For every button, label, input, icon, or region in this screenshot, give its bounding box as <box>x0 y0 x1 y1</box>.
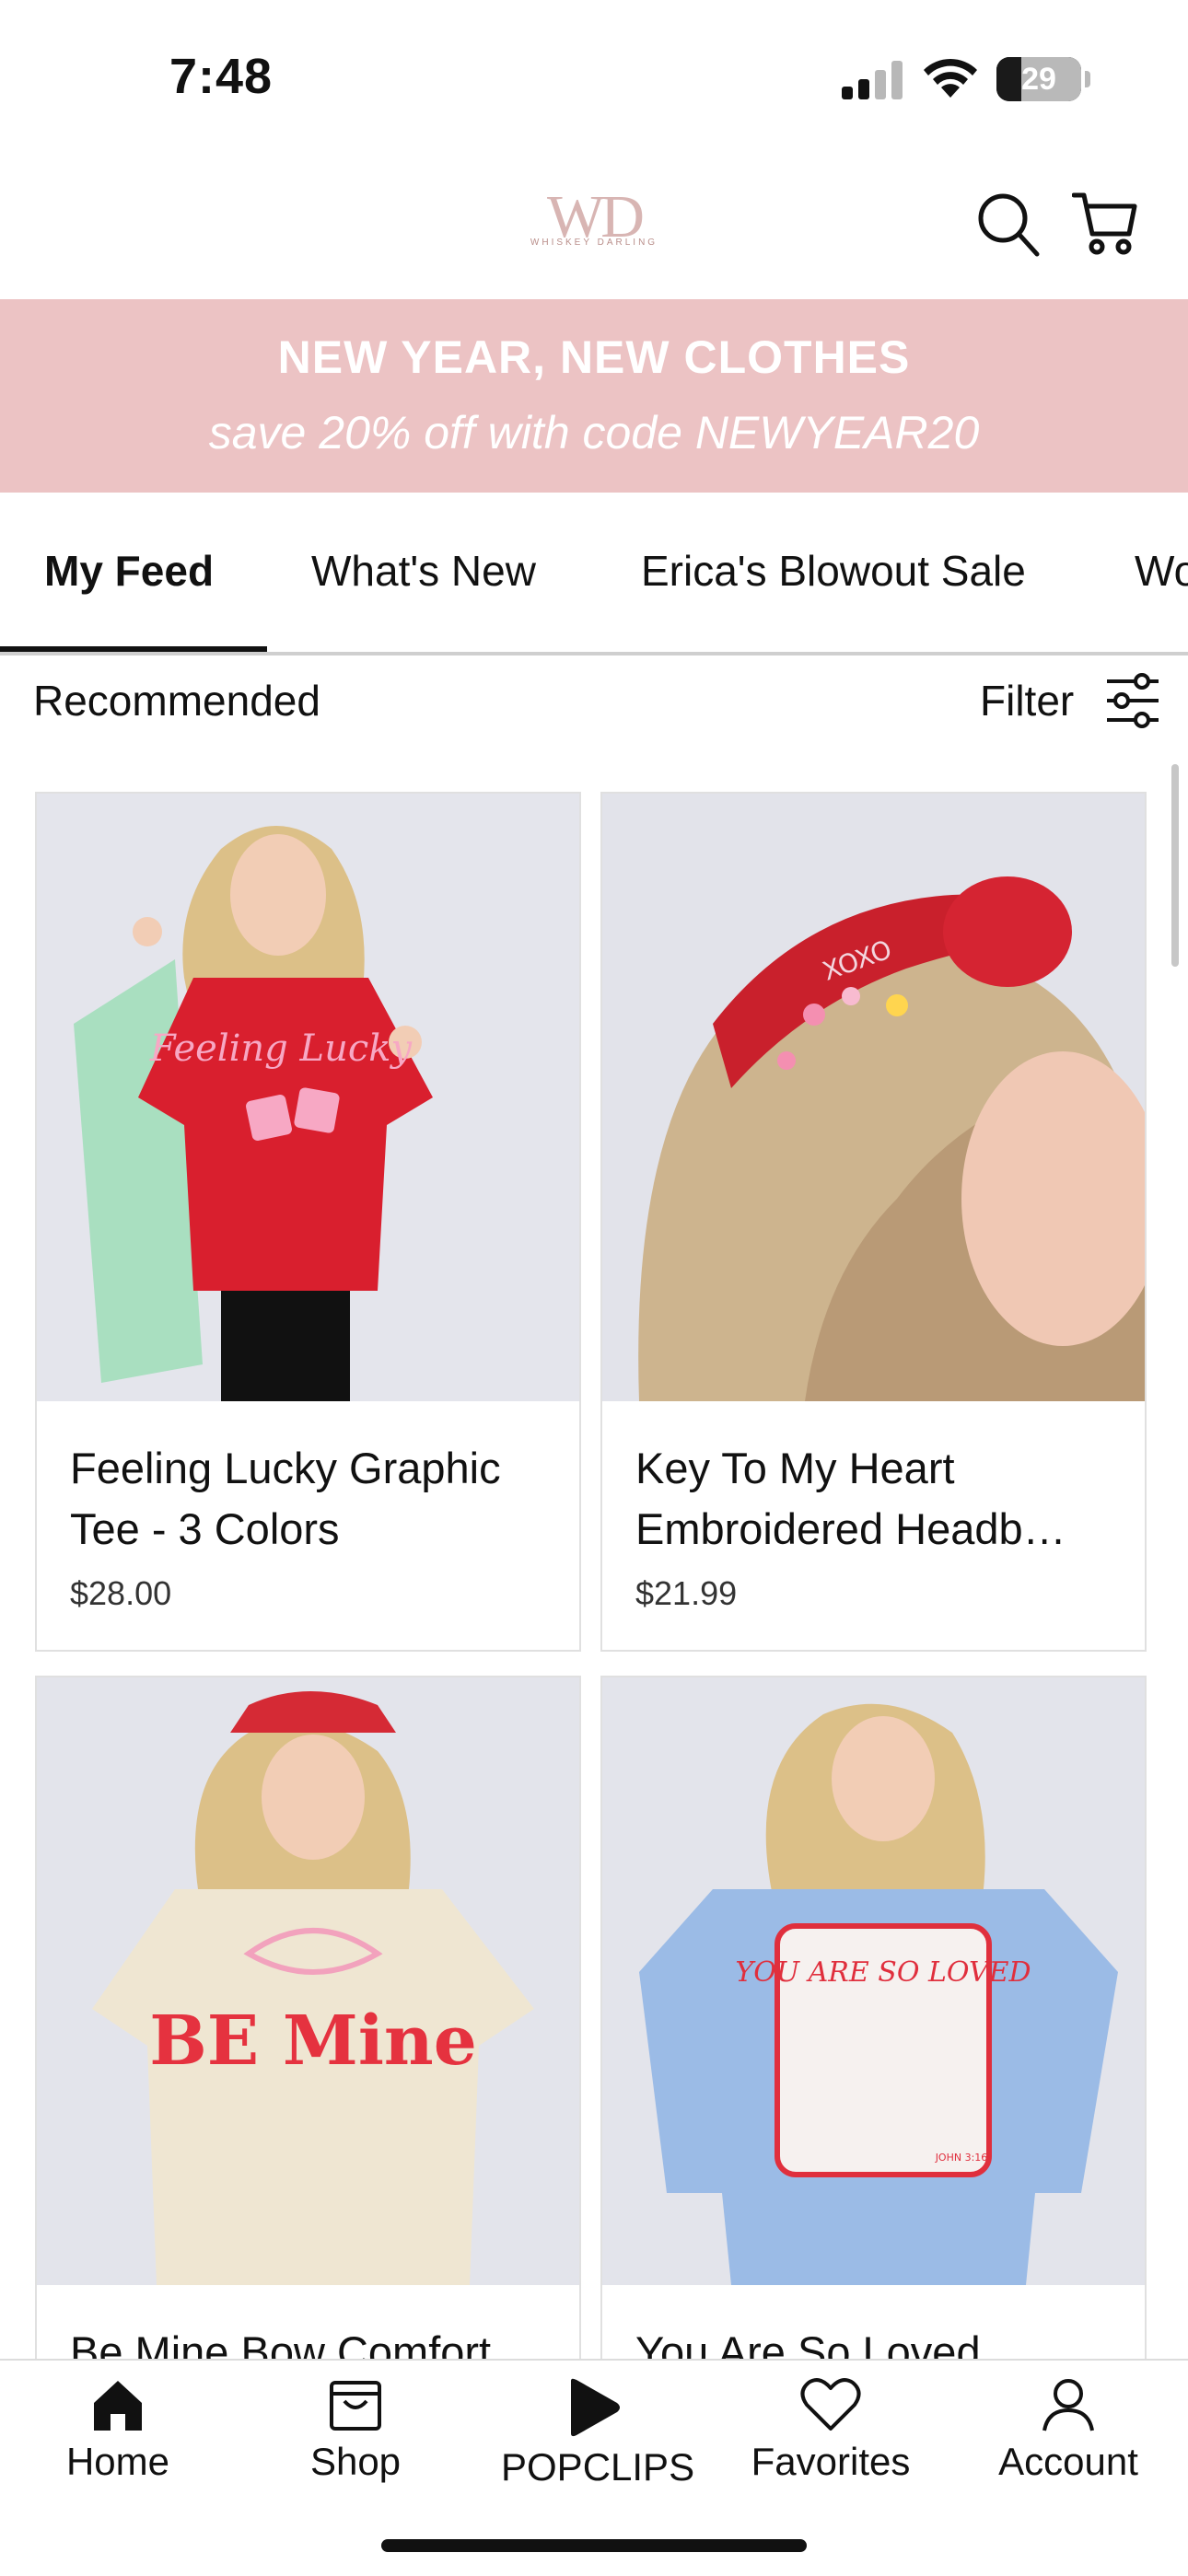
tab-ericas-blowout-sale[interactable]: Erica's Blowout Sale <box>641 546 1026 596</box>
product-image[interactable]: Feeling Lucky <box>37 794 579 1401</box>
product-image[interactable]: XOXO <box>602 794 1145 1401</box>
product-name: Feeling Lucky Graphic Tee - 3 Colors <box>70 1438 549 1560</box>
wifi-icon <box>924 58 977 98</box>
tab-whats-new[interactable]: What's New <box>311 546 536 596</box>
product-card[interactable]: XOXO Key To My Heart Embroidered Headb… … <box>600 792 1147 1652</box>
tab-my-feed[interactable]: My Feed <box>44 546 214 596</box>
cart-icon[interactable] <box>1072 190 1140 258</box>
heart-icon <box>800 2378 861 2431</box>
battery-level: 29 <box>1021 62 1056 97</box>
promo-subtitle: save 20% off with code NEWYEAR20 <box>208 407 980 458</box>
product-image[interactable]: BE Mine <box>37 1677 579 2285</box>
brand-logo[interactable]: WD WHISKEY DARLING <box>516 182 672 265</box>
filter-label: Filter <box>980 677 1075 725</box>
section-title: Recommended <box>33 677 320 725</box>
shop-bag-icon <box>330 2381 381 2431</box>
promo-banner[interactable]: NEW YEAR, NEW CLOTHES save 20% off with … <box>0 299 1188 493</box>
home-icon <box>94 2381 142 2431</box>
product-name-line-1: Key To My Heart <box>635 1444 955 1492</box>
status-bar: 7:48 29 <box>0 0 1188 157</box>
product-name-line-2: Embroidered Headb… <box>635 1504 1066 1553</box>
product-image[interactable]: YOU ARE SO LOVED JOHN 3:16 <box>602 1677 1145 2285</box>
filter-button[interactable]: Filter <box>980 672 1164 731</box>
product-name: Key To My Heart Embroidered Headb… <box>635 1438 1114 1560</box>
nav-account-label: Account <box>998 2440 1138 2483</box>
scrollbar-thumb[interactable] <box>1171 764 1179 967</box>
battery-nub <box>1085 71 1090 87</box>
nav-popclips[interactable]: POPCLIPS <box>501 2377 695 2489</box>
nav-popclips-label: POPCLIPS <box>501 2445 695 2489</box>
product-price: $28.00 <box>70 1574 172 1612</box>
app-header: WD WHISKEY DARLING <box>0 157 1188 299</box>
tee-graphic-text: BE Mine <box>149 2002 477 2081</box>
logo-text: WHISKEY DARLING <box>530 238 658 248</box>
search-icon[interactable] <box>976 191 1041 258</box>
sweatshirt-graphic-text: YOU ARE SO LOVED <box>735 1956 1031 1989</box>
product-price: $21.99 <box>635 1574 738 1612</box>
nav-shop-label: Shop <box>309 2440 402 2483</box>
tabs-divider <box>0 652 1188 656</box>
cellular-signal-icon <box>842 61 903 99</box>
product-card[interactable]: Feeling Lucky Feeling Lucky Graphic Tee … <box>35 792 581 1652</box>
nav-favorites[interactable]: Favorites <box>739 2377 923 2484</box>
battery-icon: 29 <box>996 57 1081 101</box>
play-icon <box>571 2378 620 2437</box>
product-name-line-2: Tee - 3 Colors <box>70 1504 340 1553</box>
tee-graphic-text: Feeling Lucky <box>149 1027 413 1070</box>
account-icon <box>1042 2379 1094 2431</box>
status-time: 7:48 <box>169 49 274 104</box>
nav-home-label: Home <box>65 2440 170 2483</box>
nav-favorites-label: Favorites <box>751 2440 911 2483</box>
sweatshirt-graphic-subtext: JOHN 3:16 <box>935 2152 988 2164</box>
home-indicator[interactable] <box>381 2539 807 2552</box>
feed-tabs: My Feed What's New Erica's Blowout Sale … <box>0 493 1188 654</box>
product-name-line-1: Feeling Lucky Graphic <box>70 1444 501 1492</box>
tab-partial[interactable]: Wo <box>1135 546 1188 596</box>
filter-sliders-icon <box>1107 673 1159 728</box>
product-card[interactable]: YOU ARE SO LOVED JOHN 3:16 You Are So Lo… <box>600 1676 1147 2412</box>
promo-title: NEW YEAR, NEW CLOTHES <box>277 331 911 383</box>
product-card[interactable]: BE Mine Be Mine Bow Comfort <box>35 1676 581 2412</box>
nav-account[interactable]: Account <box>976 2377 1160 2484</box>
nav-home[interactable]: Home <box>26 2377 210 2484</box>
nav-shop[interactable]: Shop <box>263 2377 448 2484</box>
